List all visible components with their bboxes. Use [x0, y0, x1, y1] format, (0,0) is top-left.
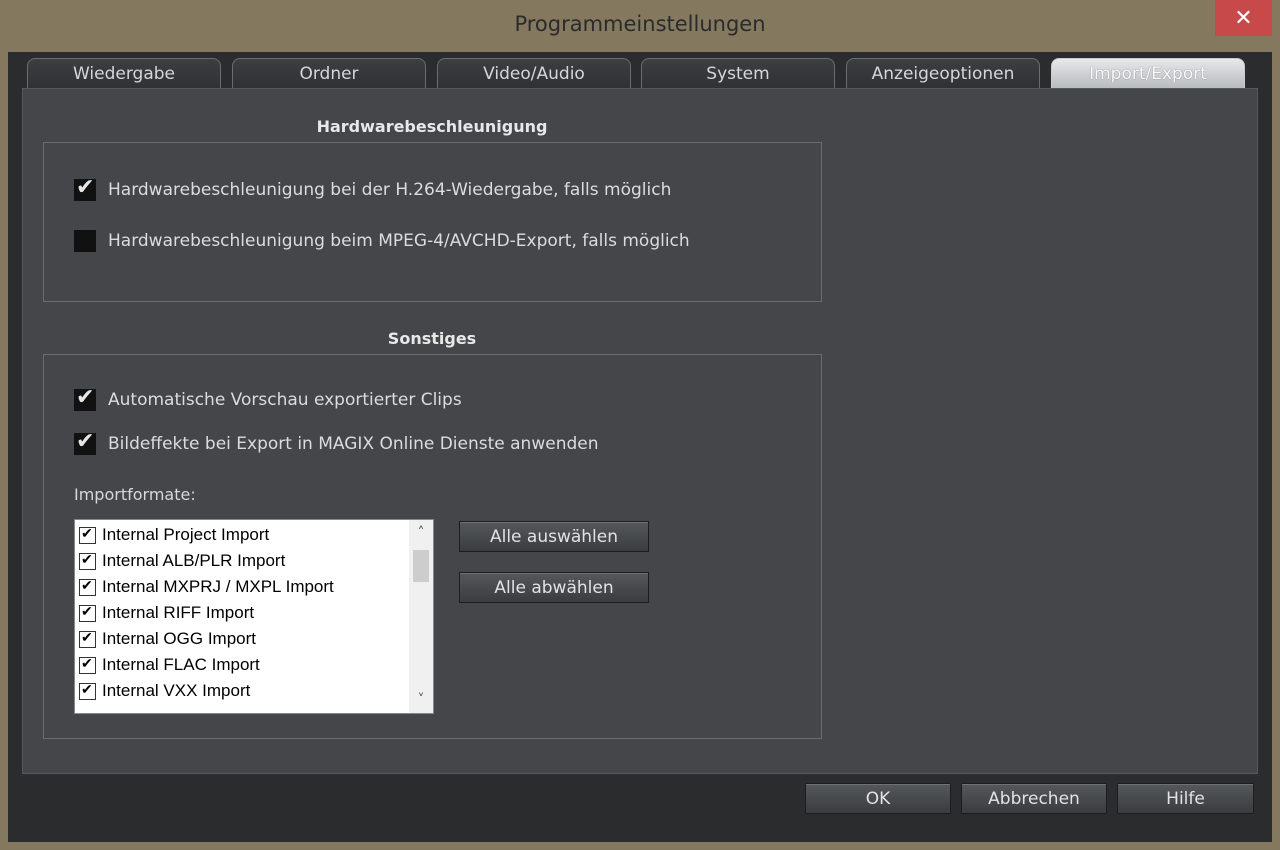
checkbox-label: Automatische Vorschau exportierter Clips — [108, 390, 462, 410]
close-icon: ✕ — [1234, 5, 1253, 31]
checkbox-checked-icon — [74, 385, 96, 411]
checkmark-icon[interactable] — [79, 525, 96, 544]
cancel-button[interactable]: Abbrechen — [961, 783, 1107, 814]
list-item[interactable]: Internal MXPRJ / MXPL Import — [75, 574, 409, 600]
section-title-hardware: Hardwarebeschleunigung — [316, 117, 548, 136]
close-button[interactable]: ✕ — [1215, 0, 1272, 36]
checkbox-checked-icon — [74, 429, 96, 455]
chevron-down-icon[interactable]: ˅ — [409, 689, 433, 711]
checkbox-image-effects[interactable]: Bildeffekte bei Export in MAGIX Online D… — [74, 429, 599, 455]
list-item[interactable]: Internal RIFF Import — [75, 600, 409, 626]
tab-wiedergabe[interactable]: Wiedergabe — [27, 58, 221, 88]
deselect-all-button[interactable]: Alle abwählen — [459, 572, 649, 603]
checkbox-unchecked-icon — [74, 230, 96, 252]
title-bar: Programmeinstellungen ✕ — [0, 0, 1280, 52]
scrollbar-thumb[interactable] — [413, 550, 429, 582]
select-all-button[interactable]: Alle auswählen — [459, 521, 649, 552]
checkmark-icon[interactable] — [79, 551, 96, 570]
chevron-up-icon[interactable]: ˄ — [409, 522, 433, 544]
checkbox-checked-icon — [74, 175, 96, 201]
group-hardware: Hardwarebeschleunigung bei der H.264-Wie… — [43, 142, 822, 302]
checkbox-h264-playback[interactable]: Hardwarebeschleunigung bei der H.264-Wie… — [74, 175, 672, 201]
list-item[interactable]: Internal VXX Import — [75, 678, 409, 704]
import-formats-label: Importformate: — [74, 485, 196, 504]
tab-ordner[interactable]: Ordner — [232, 58, 426, 88]
list-item[interactable]: Internal ALB/PLR Import — [75, 548, 409, 574]
checkmark-icon[interactable] — [79, 603, 96, 622]
section-title-misc: Sonstiges — [387, 329, 477, 348]
checkbox-label: Hardwarebeschleunigung beim MPEG-4/AVCHD… — [108, 231, 690, 251]
ok-button[interactable]: OK — [805, 783, 951, 814]
import-formats-listbox[interactable]: Internal Project Import Internal ALB/PLR… — [74, 519, 434, 714]
help-button[interactable]: Hilfe — [1117, 783, 1254, 814]
checkmark-icon[interactable] — [79, 577, 96, 596]
tab-system[interactable]: System — [641, 58, 835, 88]
checkbox-label: Hardwarebeschleunigung bei der H.264-Wie… — [108, 180, 672, 200]
checkbox-mpeg4-export[interactable]: Hardwarebeschleunigung beim MPEG-4/AVCHD… — [74, 230, 690, 252]
checkmark-icon[interactable] — [79, 655, 96, 674]
dialog-client-area: Wiedergabe Ordner Video/Audio System Anz… — [8, 52, 1272, 842]
checkmark-icon[interactable] — [79, 681, 96, 700]
group-misc: Automatische Vorschau exportierter Clips… — [43, 354, 822, 739]
listbox-scrollbar[interactable]: ˄ ˅ — [409, 520, 433, 713]
list-item[interactable]: Internal Project Import — [75, 522, 409, 548]
tab-import-export[interactable]: Import/Export — [1051, 58, 1245, 88]
window-title: Programmeinstellungen — [514, 12, 766, 36]
tab-panel: Hardwarebeschleunigung Hardwarebeschleun… — [22, 88, 1258, 774]
tab-anzeigeoptionen[interactable]: Anzeigeoptionen — [846, 58, 1040, 88]
checkbox-auto-preview[interactable]: Automatische Vorschau exportierter Clips — [74, 385, 462, 411]
tab-strip: Wiedergabe Ordner Video/Audio System Anz… — [27, 58, 1257, 88]
list-item[interactable]: Internal OGG Import — [75, 626, 409, 652]
list-item[interactable]: Internal FLAC Import — [75, 652, 409, 678]
checkmark-icon[interactable] — [79, 629, 96, 648]
checkbox-label: Bildeffekte bei Export in MAGIX Online D… — [108, 434, 599, 454]
tab-video-audio[interactable]: Video/Audio — [437, 58, 631, 88]
